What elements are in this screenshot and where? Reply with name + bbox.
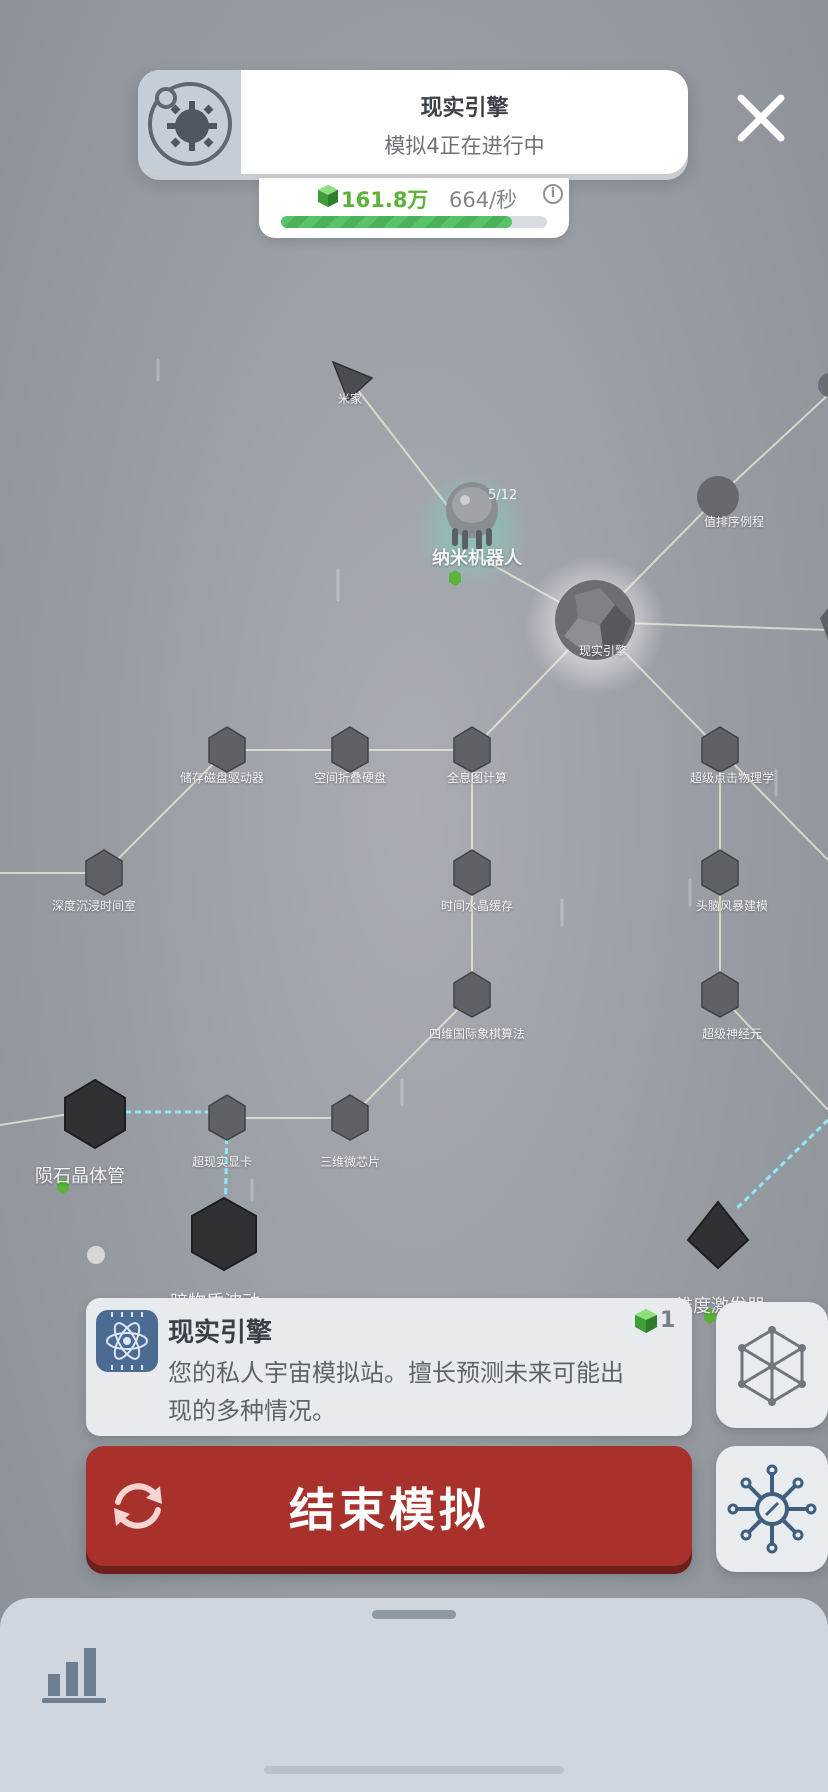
- banner-icon-box: [138, 70, 241, 174]
- currency-panel: 161.8万 664/秒 i: [259, 178, 569, 238]
- currency-amount: 161.8万: [341, 188, 429, 212]
- info-description: 您的私人宇宙模拟站。擅长预测未来可能出现的多种情况。: [168, 1359, 624, 1425]
- network-node-icon: [727, 1464, 817, 1554]
- currency-rate: 664/秒: [449, 188, 518, 212]
- network-button[interactable]: [716, 1446, 828, 1572]
- node-count: 5/12: [488, 488, 518, 503]
- sheet-handle[interactable]: [372, 1610, 456, 1619]
- info-level: 1: [660, 1308, 676, 1333]
- node-label: 超现实显卡: [191, 1155, 253, 1169]
- node-label: 超级点击物理学: [689, 771, 775, 785]
- node-label: 头脑风暴建模: [695, 899, 769, 913]
- banner-subtitle: 模拟4正在进行中: [384, 134, 545, 158]
- polyhedron-button[interactable]: [716, 1302, 828, 1428]
- sun-gear-icon: [148, 82, 232, 166]
- node-label: 深度沉浸时间室: [51, 899, 137, 913]
- info-icon[interactable]: i: [543, 184, 563, 204]
- green-gem-icon: [318, 185, 338, 207]
- bar-chart-icon[interactable]: [40, 1638, 108, 1704]
- tree-node[interactable]: [85, 726, 739, 1141]
- node-label: 现实引擎: [578, 644, 628, 658]
- node-label: 空间折叠硬盘: [313, 771, 387, 785]
- home-indicator: [264, 1766, 564, 1774]
- bottom-sheet[interactable]: [0, 1598, 828, 1792]
- node-label: 纳米机器人: [432, 548, 522, 569]
- simulation-banner: 现实引擎 模拟4正在进行中: [138, 70, 688, 174]
- atom-chip-icon: [96, 1310, 158, 1372]
- green-gem-icon: [635, 1309, 657, 1333]
- polyhedron-icon: [738, 1326, 806, 1406]
- tree-node[interactable]: [697, 476, 739, 518]
- node-label: 四维国际象棋算法: [428, 1027, 526, 1041]
- node-label: 陨石晶体管: [35, 1166, 125, 1187]
- node-label: 超级神经元: [701, 1027, 763, 1041]
- currency-progress-bar: [281, 216, 547, 228]
- node-label: 时间水晶缓存: [440, 899, 514, 913]
- progress-fill: [281, 216, 513, 228]
- node-label: 米家: [337, 392, 363, 406]
- node-info-card: 现实引擎 您的私人宇宙模拟站。擅长预测未来可能出现的多种情况。 1: [86, 1298, 692, 1436]
- tree-node-large[interactable]: [64, 1078, 750, 1272]
- node-label: 储存磁盘驱动器: [179, 771, 265, 785]
- info-title: 现实引擎: [168, 1318, 273, 1348]
- close-button[interactable]: [735, 92, 787, 144]
- end-simulation-label: 结束模拟: [289, 1483, 489, 1537]
- node-label: 全息图计算: [446, 771, 508, 785]
- node-label: 值排序例程: [703, 515, 765, 529]
- banner-title: 现实引擎: [420, 96, 509, 121]
- node-label: 三维微芯片: [319, 1155, 381, 1169]
- close-icon: [737, 94, 785, 142]
- end-simulation-button[interactable]: 结束模拟: [86, 1446, 692, 1566]
